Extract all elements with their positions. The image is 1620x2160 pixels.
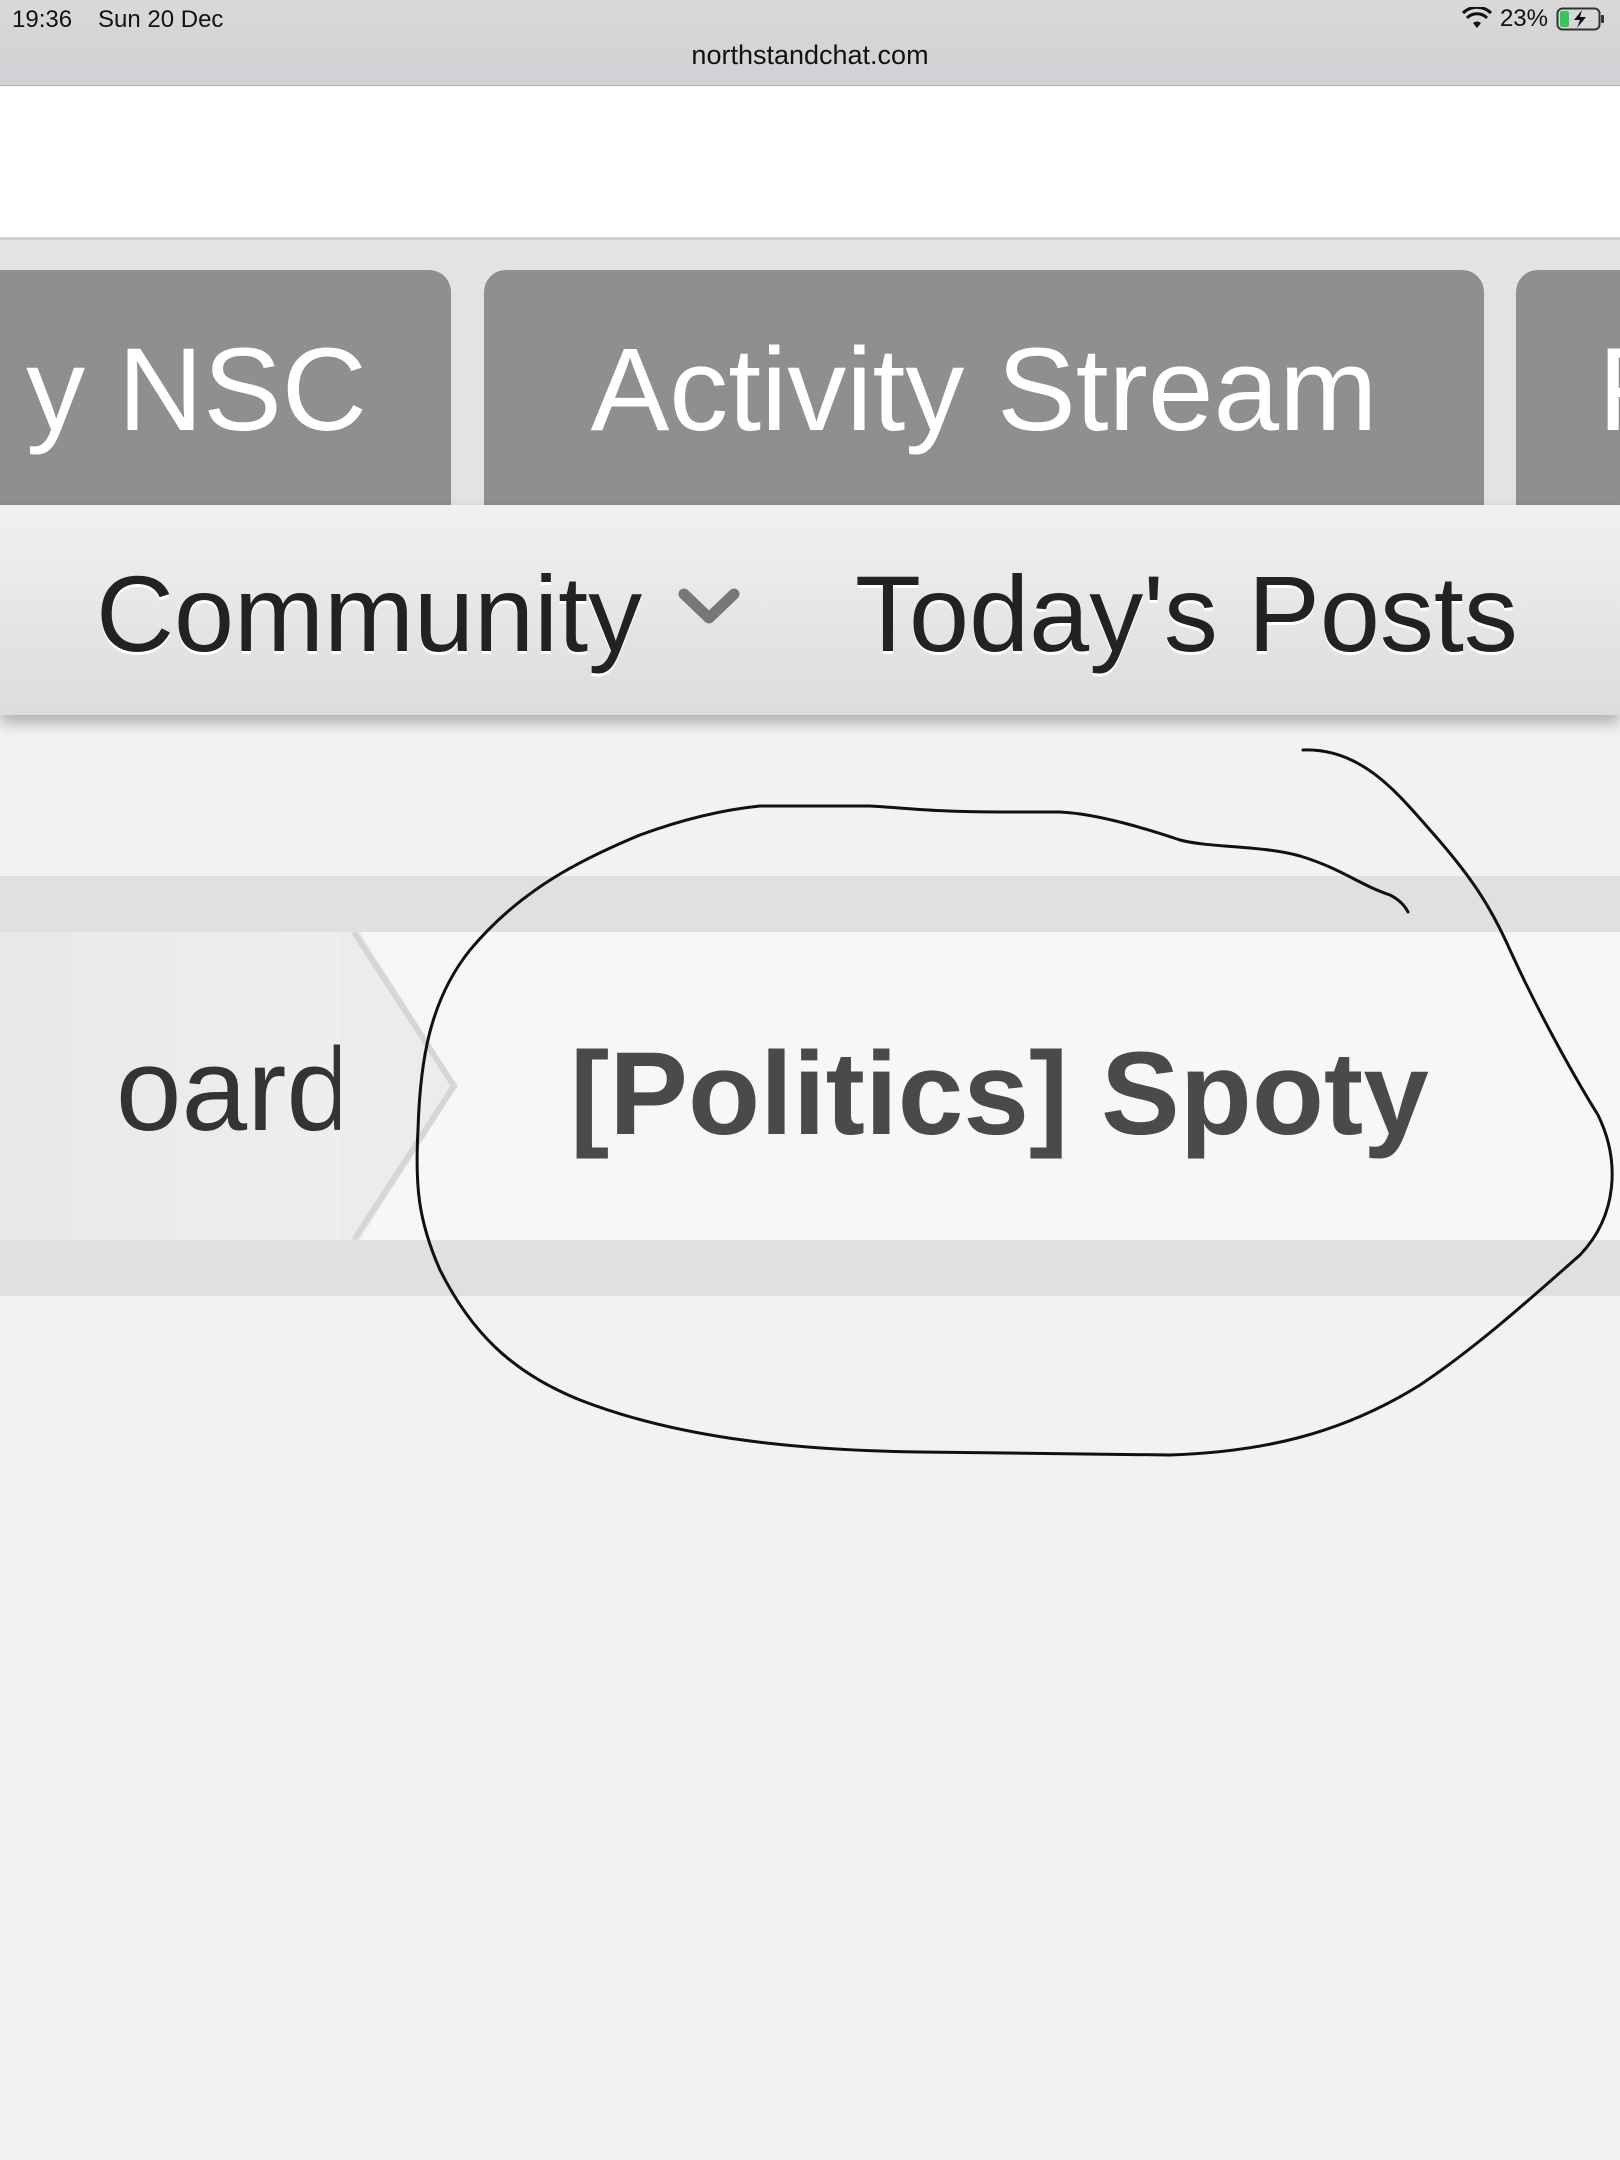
breadcrumb-forum-label: oard xyxy=(115,1024,352,1156)
battery-percent: 23% xyxy=(1499,5,1548,32)
breadcrumb-bar: oard [Politics] Spoty xyxy=(0,932,1620,1240)
status-date: Sun 20 Dec xyxy=(98,6,224,33)
breadcrumb-current-thread: [Politics] Spoty xyxy=(570,1028,1429,1160)
breadcrumb-separator xyxy=(340,932,458,1240)
status-bar: 19:36 Sun 20 Dec northstandchat.com 23% xyxy=(0,0,1620,86)
status-right: 23% xyxy=(1461,5,1606,33)
breadcrumb-item-forum[interactable]: oard xyxy=(0,932,360,1240)
community-menu[interactable]: Community xyxy=(96,551,642,676)
sub-navigation: Community Today's Posts xyxy=(0,505,1620,715)
tab-my-nsc-label: y NSC xyxy=(26,324,367,456)
tab-next[interactable]: F xyxy=(1516,270,1620,510)
chevron-down-icon[interactable] xyxy=(676,582,742,630)
battery-charging-icon xyxy=(1556,7,1604,31)
tab-my-nsc[interactable]: y NSC xyxy=(0,270,451,510)
main-tab-bar: y NSC Activity Stream F xyxy=(0,237,1620,510)
tab-activity-stream[interactable]: Activity Stream xyxy=(484,270,1484,510)
address-bar-url[interactable]: northstandchat.com xyxy=(0,40,1620,71)
wifi-icon xyxy=(1461,7,1492,28)
status-time: 19:36 xyxy=(12,6,73,33)
site-header xyxy=(0,87,1620,237)
todays-posts-link[interactable]: Today's Posts xyxy=(855,551,1518,676)
breadcrumb: oard [Politics] Spoty xyxy=(0,876,1620,1296)
page: 19:36 Sun 20 Dec northstandchat.com 23% … xyxy=(0,0,1620,2160)
